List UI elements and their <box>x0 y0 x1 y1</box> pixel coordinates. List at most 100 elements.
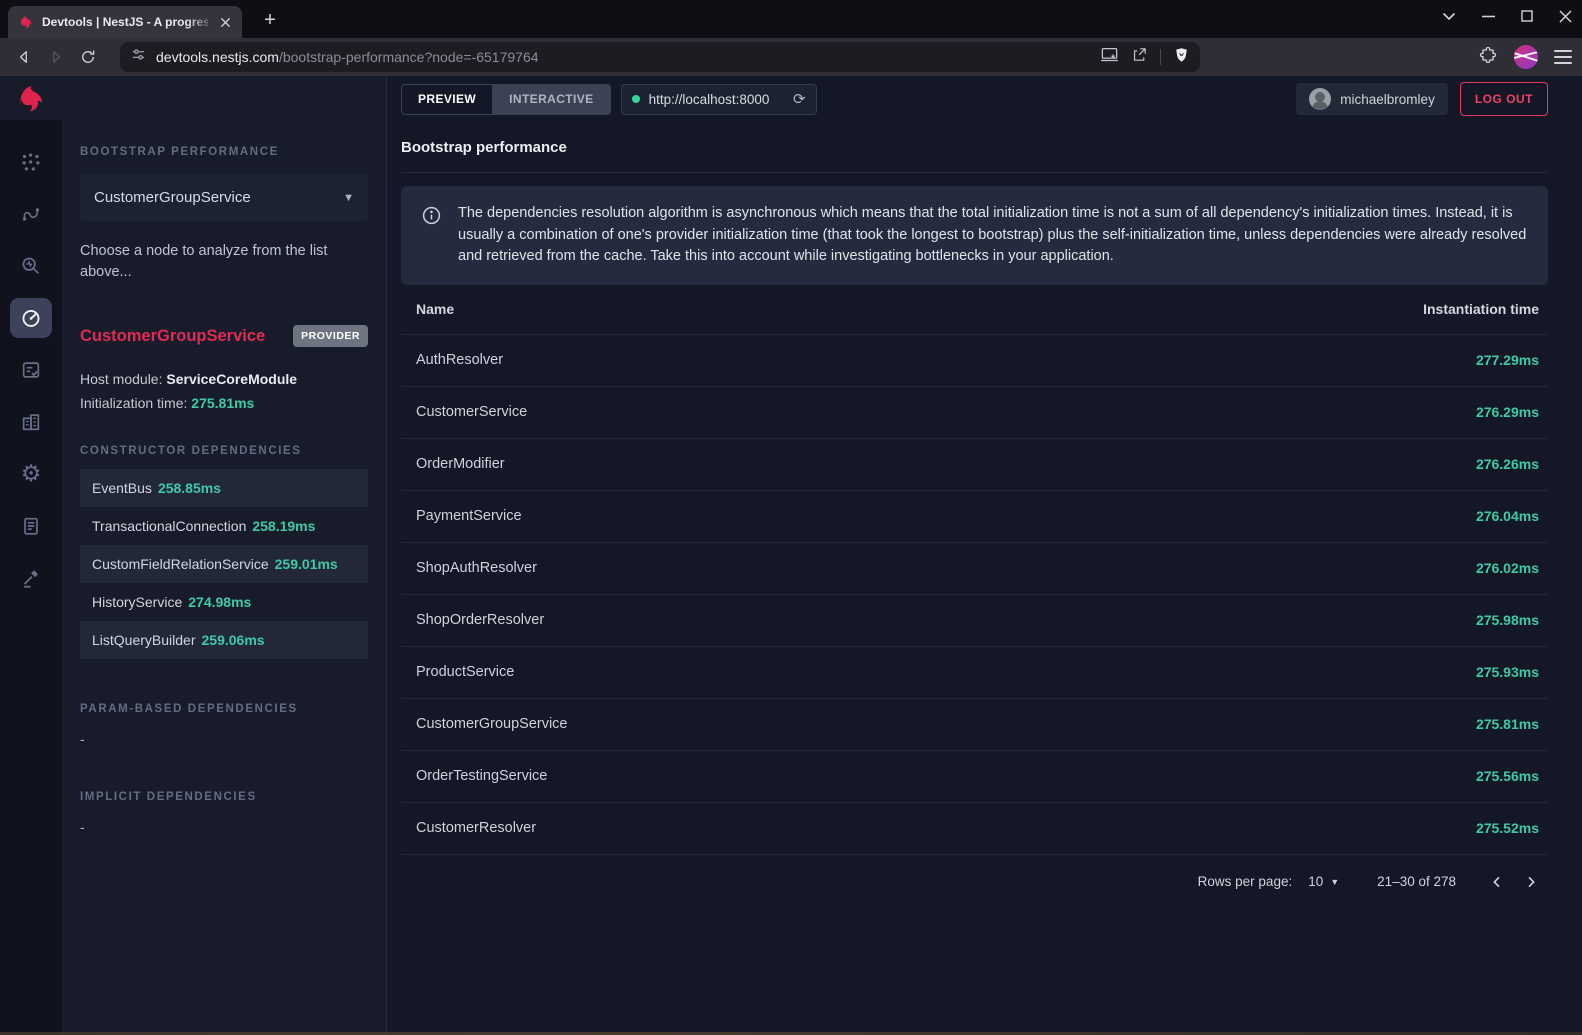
dependency-time: 258.85ms <box>158 480 221 496</box>
nestjs-logo[interactable] <box>0 76 62 120</box>
forward-button[interactable] <box>42 43 70 71</box>
table-row[interactable]: CustomerGroupService275.81ms <box>401 699 1548 751</box>
sidebar-item-tools[interactable] <box>10 558 52 598</box>
sidebar-item-graph[interactable] <box>10 142 52 182</box>
brave-shield-icon[interactable] <box>1173 46 1190 69</box>
window-controls <box>1442 0 1572 32</box>
host-module-value: ServiceCoreModule <box>166 371 297 387</box>
instantiation-time: 275.56ms <box>1476 768 1539 784</box>
browser-menu-icon[interactable] <box>1554 50 1572 64</box>
extensions-puzzle-icon[interactable] <box>1478 45 1498 70</box>
table-row[interactable]: CustomerService276.29ms <box>401 387 1548 439</box>
table-row[interactable]: PaymentService276.04ms <box>401 491 1548 543</box>
browser-titlebar: Devtools | NestJS - A progressive + <box>0 0 1582 38</box>
rows-per-page-value: 10 <box>1308 874 1323 889</box>
target-url-input[interactable] <box>649 92 784 107</box>
dependency-item[interactable]: CustomFieldRelationService 259.01ms <box>80 545 368 583</box>
table-row[interactable]: CustomerResolver275.52ms <box>401 803 1548 855</box>
tab-close-icon[interactable] <box>216 13 234 31</box>
chevron-down-icon: ▼ <box>1330 877 1339 887</box>
instantiation-time: 275.52ms <box>1476 820 1539 836</box>
table-row[interactable]: ProductService275.93ms <box>401 647 1548 699</box>
url-bar[interactable]: devtools.nestjs.com/bootstrap-performanc… <box>120 42 1200 72</box>
sidebar-item-bootstrap-performance[interactable] <box>10 298 52 338</box>
maximize-icon[interactable] <box>1521 10 1533 22</box>
bootstrap-panel: BOOTSTRAP PERFORMANCE CustomerGroupServi… <box>62 76 386 1035</box>
dependency-time: 258.19ms <box>252 518 315 534</box>
implicit-deps-title: IMPLICIT DEPENDENCIES <box>80 791 368 803</box>
minimize-icon[interactable] <box>1482 15 1495 18</box>
user-pill[interactable]: michaelbromley <box>1296 83 1448 115</box>
close-window-icon[interactable] <box>1559 10 1572 23</box>
info-icon <box>421 205 442 268</box>
dependency-time: 259.06ms <box>202 632 265 648</box>
sidebar-item-flow[interactable] <box>10 194 52 234</box>
column-instantiation-time: Instantiation time <box>1423 301 1539 317</box>
sidebar-item-audits[interactable] <box>10 350 52 390</box>
selected-node-name: CustomerGroupService <box>80 327 265 346</box>
instantiation-time: 275.81ms <box>1476 716 1539 732</box>
sidebar-item-settings[interactable]: ⚙ <box>10 454 52 494</box>
tab-title-fade <box>186 6 216 38</box>
init-time-value: 275.81ms <box>191 395 254 411</box>
dependency-item[interactable]: TransactionalConnection 258.19ms <box>80 507 368 545</box>
info-text: The dependencies resolution algorithm is… <box>458 203 1528 268</box>
sidebar-rail: ⚙ <box>0 76 62 1035</box>
dependency-item[interactable]: ListQueryBuilder259.06ms <box>80 621 368 659</box>
toolbar-right <box>1478 45 1572 70</box>
constructor-deps-list: EventBus258.85ms TransactionalConnection… <box>80 469 368 659</box>
sidebar-item-docs[interactable] <box>10 506 52 546</box>
dependency-time: 274.98ms <box>188 594 251 610</box>
reload-button[interactable] <box>74 43 102 71</box>
refresh-icon[interactable]: ⟳ <box>793 90 806 108</box>
previous-page-button[interactable] <box>1480 865 1514 899</box>
tab-search-chevron-icon[interactable] <box>1442 12 1456 21</box>
table-row[interactable]: ShopAuthResolver276.02ms <box>401 543 1548 595</box>
header-right: michaelbromley LOG OUT <box>1296 82 1548 116</box>
pagination: Rows per page: 10 ▼ 21–30 of 278 <box>401 855 1548 909</box>
page-title: Bootstrap performance <box>401 139 1548 156</box>
instantiation-time: 276.26ms <box>1476 456 1539 472</box>
provider-name: CustomerResolver <box>416 820 1476 836</box>
send-to-device-icon[interactable] <box>1100 47 1119 68</box>
flow-icon <box>20 203 42 225</box>
url-path: /bootstrap-performance?node=-65179764 <box>279 49 539 65</box>
table-row[interactable]: AuthResolver277.29ms <box>401 335 1548 387</box>
rows-per-page-select[interactable]: 10 ▼ <box>1308 874 1339 889</box>
next-page-button[interactable] <box>1514 865 1548 899</box>
dependency-name: TransactionalConnection <box>92 518 246 534</box>
instantiation-time: 275.93ms <box>1476 664 1539 680</box>
node-select-value: CustomerGroupService <box>94 189 251 206</box>
sidebar-item-modules[interactable] <box>10 402 52 442</box>
share-icon[interactable] <box>1131 46 1148 68</box>
provider-name: ShopAuthResolver <box>416 560 1476 576</box>
title-divider <box>401 172 1548 173</box>
dependency-item[interactable]: EventBus258.85ms <box>80 469 368 507</box>
back-button[interactable] <box>10 43 38 71</box>
urlbar-divider <box>1160 49 1161 65</box>
new-tab-button[interactable]: + <box>258 8 282 32</box>
sidebar-item-inspect[interactable] <box>10 246 52 286</box>
panel-title: BOOTSTRAP PERFORMANCE <box>80 146 368 158</box>
logout-button[interactable]: LOG OUT <box>1460 82 1548 116</box>
instantiation-time: 276.02ms <box>1476 560 1539 576</box>
dependency-time: 259.01ms <box>275 556 338 572</box>
preview-tab[interactable]: PREVIEW <box>402 85 492 114</box>
browser-tab[interactable]: Devtools | NestJS - A progressive <box>8 6 242 38</box>
table-row[interactable]: OrderModifier276.26ms <box>401 439 1548 491</box>
table-header: Name Instantiation time <box>401 285 1548 335</box>
instantiation-time: 277.29ms <box>1476 352 1539 368</box>
dependency-name: CustomFieldRelationService <box>92 556 269 572</box>
browser-profile-avatar[interactable] <box>1514 45 1538 69</box>
table-row[interactable]: OrderTestingService275.56ms <box>401 751 1548 803</box>
browser-toolbar: devtools.nestjs.com/bootstrap-performanc… <box>0 38 1582 76</box>
interactive-tab[interactable]: INTERACTIVE <box>492 85 609 114</box>
table-row[interactable]: ShopOrderResolver275.98ms <box>401 595 1548 647</box>
performance-table: Name Instantiation time AuthResolver277.… <box>401 285 1548 855</box>
provider-name: PaymentService <box>416 508 1476 524</box>
user-avatar <box>1309 88 1331 110</box>
audit-checklist-icon <box>20 359 42 381</box>
dependency-item[interactable]: HistoryService274.98ms <box>80 583 368 621</box>
node-select[interactable]: CustomerGroupService ▼ <box>80 174 368 221</box>
site-settings-tune-icon[interactable] <box>130 46 147 68</box>
